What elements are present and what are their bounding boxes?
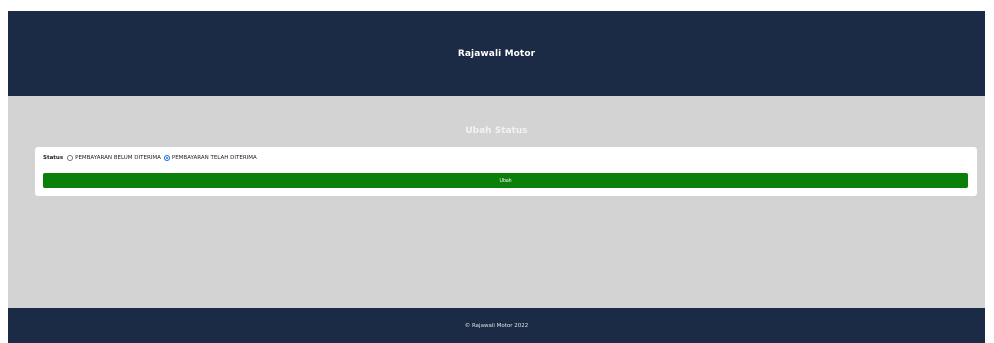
- ubah-button[interactable]: Ubah: [43, 173, 968, 188]
- site-footer: © Rajawali Motor 2022: [8, 308, 985, 343]
- status-field: Status PEMBAYARAN BELUM DITERIMA PEMBAYA…: [43, 155, 257, 161]
- radio-label-telah-diterima: PEMBAYARAN TELAH DITERIMA: [171, 155, 257, 161]
- copyright-text: © Rajawali Motor 2022: [464, 322, 529, 329]
- brand-title: Rajawali Motor: [457, 48, 536, 59]
- status-label: Status: [43, 155, 64, 161]
- radio-option-telah-diterima[interactable]: PEMBAYARAN TELAH DITERIMA: [163, 155, 257, 161]
- app-frame: Rajawali Motor Ubah Status Status PEMBAY…: [8, 11, 985, 343]
- radio-selected[interactable]: [163, 155, 170, 161]
- radio-unselected[interactable]: [67, 155, 74, 161]
- radio-option-belum-diterima[interactable]: PEMBAYARAN BELUM DITERIMA: [67, 155, 161, 161]
- main-content: Ubah Status Status PEMBAYARAN BELUM DITE…: [8, 96, 985, 308]
- status-form: Status PEMBAYARAN BELUM DITERIMA PEMBAYA…: [35, 147, 977, 196]
- radio-label-belum-diterima: PEMBAYARAN BELUM DITERIMA: [75, 155, 161, 161]
- page-title: Ubah Status: [465, 126, 528, 136]
- site-header: Rajawali Motor: [8, 11, 985, 96]
